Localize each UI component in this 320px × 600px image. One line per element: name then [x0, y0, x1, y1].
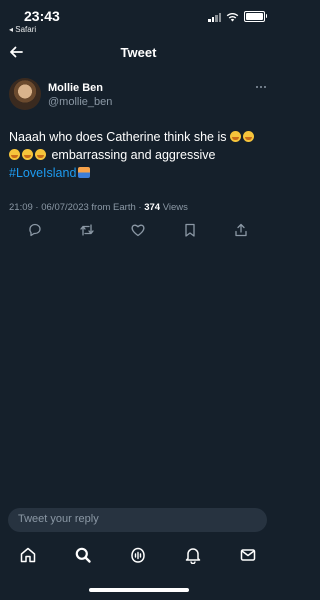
island-sunset-icon [78, 167, 91, 178]
like-button[interactable] [130, 222, 148, 240]
tweet-actions [0, 222, 277, 244]
tweet-meta: 21:09 · 06/07/2023 from Earth · 374 View… [9, 202, 188, 213]
tweet-text-part2: embarrassing and aggressive [51, 148, 216, 162]
tab-notifications[interactable] [184, 546, 204, 566]
tweet-time: 21:09 [9, 202, 33, 213]
tweet-text: Naaah who does Catherine think she is em… [9, 128, 271, 182]
crying-laughing-emoji-icon [35, 149, 46, 160]
more-options-icon[interactable] [252, 81, 270, 93]
crying-laughing-emoji-icon [22, 149, 33, 160]
share-button[interactable] [233, 222, 251, 240]
retweet-button[interactable] [79, 222, 97, 240]
crying-laughing-emoji-icon [9, 149, 20, 160]
reply-icon [29, 223, 41, 237]
avatar[interactable] [9, 78, 41, 110]
author-handle[interactable]: @mollie_ben [48, 96, 112, 108]
spaces-icon [131, 547, 145, 563]
tab-messages[interactable] [239, 546, 259, 566]
author-display-name[interactable]: Mollie Ben [48, 82, 103, 94]
tab-home[interactable] [19, 546, 39, 566]
cellular-signal-icon [208, 12, 221, 22]
bottom-tab-bar [0, 544, 277, 572]
tweet-source: from Earth [91, 202, 136, 213]
crying-laughing-emoji-icon [229, 131, 241, 142]
hashtag-link[interactable]: #LoveIsland [9, 166, 76, 180]
tweet-text-part1: Naaah who does Catherine think she is [9, 130, 227, 144]
reply-placeholder: Tweet your reply [18, 513, 99, 525]
bookmark-button[interactable] [182, 222, 200, 240]
top-navigation: Tweet [0, 40, 277, 66]
meta-separator: · [35, 202, 39, 213]
views-count[interactable]: 374 [144, 202, 160, 213]
retweet-icon [80, 224, 94, 236]
messages-icon [240, 549, 256, 561]
tab-spaces[interactable] [129, 546, 149, 566]
crying-laughing-emoji-icon [242, 131, 254, 142]
home-icon [20, 547, 36, 563]
back-to-safari-link[interactable]: ◂ Safari [9, 25, 36, 34]
share-icon [235, 223, 247, 237]
like-icon [131, 224, 145, 237]
reply-input[interactable]: Tweet your reply [8, 508, 267, 532]
bookmark-icon [185, 223, 195, 237]
notifications-icon [185, 548, 201, 565]
status-bar: 23:43 ◂ Safari [0, 0, 277, 40]
wifi-icon [226, 12, 239, 21]
page-title: Tweet [120, 45, 157, 60]
search-icon [75, 547, 91, 563]
battery-icon [244, 11, 267, 22]
reply-button[interactable] [27, 222, 45, 240]
tweet-date: 06/07/2023 [41, 202, 89, 213]
views-label: Views [162, 202, 188, 213]
status-time: 23:43 [24, 8, 60, 24]
status-icons [208, 11, 267, 22]
meta-separator: · [138, 202, 142, 213]
tab-search[interactable] [74, 546, 94, 566]
home-indicator [89, 588, 189, 592]
battery-level [246, 13, 264, 20]
